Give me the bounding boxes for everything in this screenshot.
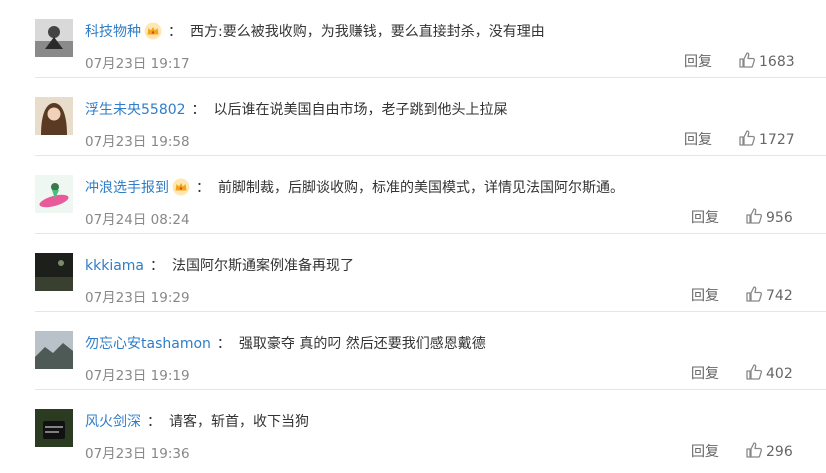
like-button[interactable]: 742 (745, 284, 793, 308)
like-count: 1727 (759, 132, 795, 148)
colon: ： (150, 258, 165, 274)
comment-time: 07月24日 08:24 (85, 212, 190, 228)
comment-time: 07月23日 19:17 (85, 56, 190, 72)
comment-time: 07月23日 19:36 (85, 446, 190, 462)
avatar[interactable] (35, 409, 73, 447)
colon: ： (147, 414, 161, 430)
comment-username[interactable]: 科技物种 (85, 24, 141, 40)
like-button[interactable]: 296 (745, 440, 793, 464)
comment-time: 07月23日 19:58 (85, 134, 190, 150)
thumbs-up-icon (746, 442, 763, 458)
crown-icon (172, 178, 190, 196)
comment-actions: 回复 1727 (684, 128, 795, 152)
comment-text: 强取豪夺 真的叼 然后还要我们感恩戴德 (238, 336, 486, 352)
comment-actions: 回复 402 (691, 362, 793, 386)
comment-time: 07月23日 19:29 (85, 290, 190, 306)
comment-line: 风火剑深 ： 请客，斩首，收下当狗 (85, 410, 309, 434)
like-button[interactable]: 956 (745, 206, 793, 230)
thumbs-up-icon (739, 130, 756, 146)
comment-line: 科技物种 ： 西方:要么被我收购，为我赚钱，要么直接封杀，没有理由 (85, 20, 545, 44)
reply-button[interactable]: 回复 (684, 54, 712, 70)
colon: ： (216, 336, 231, 352)
crown-icon (144, 22, 162, 40)
comment-item: 浮生未央55802 ： 以后谁在说美国自由市场，老子跳到他头上拉屎 07月23日 1… (0, 78, 826, 156)
reply-button[interactable]: 回复 (691, 444, 719, 460)
comment-time: 07月23日 19:19 (85, 368, 190, 384)
like-count: 742 (766, 288, 793, 304)
thumbs-up-icon (746, 208, 763, 224)
like-count: 296 (766, 444, 793, 460)
thumbs-up-icon (739, 52, 756, 68)
comment-text: 西方:要么被我收购，为我赚钱，要么直接封杀，没有理由 (190, 24, 545, 40)
avatar[interactable] (35, 175, 73, 213)
colon: ： (196, 180, 210, 196)
comment-line: kkkiama ： 法国阿尔斯通案例准备再现了 (85, 254, 354, 278)
thumbs-up-icon (746, 364, 763, 380)
comment-text: 以后谁在说美国自由市场，老子跳到他头上拉屎 (213, 102, 508, 118)
comment-item: 勿忘心安tashamon ： 强取豪夺 真的叼 然后还要我们感恩戴德 07月23日 … (0, 312, 826, 390)
reply-button[interactable]: 回复 (684, 132, 712, 148)
like-button[interactable]: 402 (745, 362, 793, 386)
avatar[interactable] (35, 331, 73, 369)
comment-username[interactable]: 浮生未央55802 (85, 102, 186, 118)
comment-line: 勿忘心安tashamon ： 强取豪夺 真的叼 然后还要我们感恩戴德 (85, 332, 486, 356)
like-count: 1683 (759, 54, 795, 70)
comment-item: kkkiama ： 法国阿尔斯通案例准备再现了 07月23日 19:29 回复 74… (0, 234, 826, 312)
comment-actions: 回复 742 (691, 284, 793, 308)
like-button[interactable]: 1683 (738, 50, 795, 74)
comment-text: 前脚制裁，后脚谈收购，标准的美国模式，详情见法国阿尔斯通。 (218, 180, 624, 196)
comment-username[interactable]: kkkiama (85, 258, 144, 274)
comment-actions: 回复 296 (691, 440, 793, 464)
comment-item: 风火剑深 ： 请客，斩首，收下当狗 07月23日 19:36 回复 296 (0, 390, 826, 462)
comment-line: 浮生未央55802 ： 以后谁在说美国自由市场，老子跳到他头上拉屎 (85, 98, 508, 122)
comment-item: 冲浪选手报到 ： 前脚制裁，后脚谈收购，标准的美国模式，详情见法国阿尔斯通。 07月… (0, 156, 826, 234)
comment-line: 冲浪选手报到 ： 前脚制裁，后脚谈收购，标准的美国模式，详情见法国阿尔斯通。 (85, 176, 624, 200)
like-count: 956 (766, 210, 793, 226)
colon: ： (168, 24, 182, 40)
comment-item: 科技物种 ： 西方:要么被我收购，为我赚钱，要么直接封杀，没有理由 07月23日 1… (0, 0, 826, 78)
thumbs-up-icon (746, 286, 763, 302)
colon: ： (191, 102, 206, 118)
reply-button[interactable]: 回复 (691, 366, 719, 382)
comment-text: 法国阿尔斯通案例准备再现了 (172, 258, 355, 274)
like-button[interactable]: 1727 (738, 128, 795, 152)
avatar[interactable] (35, 19, 73, 57)
comment-username[interactable]: 勿忘心安tashamon (85, 336, 211, 352)
comment-text: 请客，斩首，收下当狗 (169, 414, 309, 430)
avatar[interactable] (35, 97, 73, 135)
like-count: 402 (766, 366, 793, 382)
comment-username[interactable]: 风火剑深 (85, 414, 141, 430)
reply-button[interactable]: 回复 (691, 210, 719, 226)
comment-username[interactable]: 冲浪选手报到 (85, 180, 169, 196)
avatar[interactable] (35, 253, 73, 291)
comment-list: 科技物种 ： 西方:要么被我收购，为我赚钱，要么直接封杀，没有理由 07月23日 1… (0, 0, 826, 473)
reply-button[interactable]: 回复 (691, 288, 719, 304)
comment-actions: 回复 956 (691, 206, 793, 230)
comment-actions: 回复 1683 (684, 50, 795, 74)
